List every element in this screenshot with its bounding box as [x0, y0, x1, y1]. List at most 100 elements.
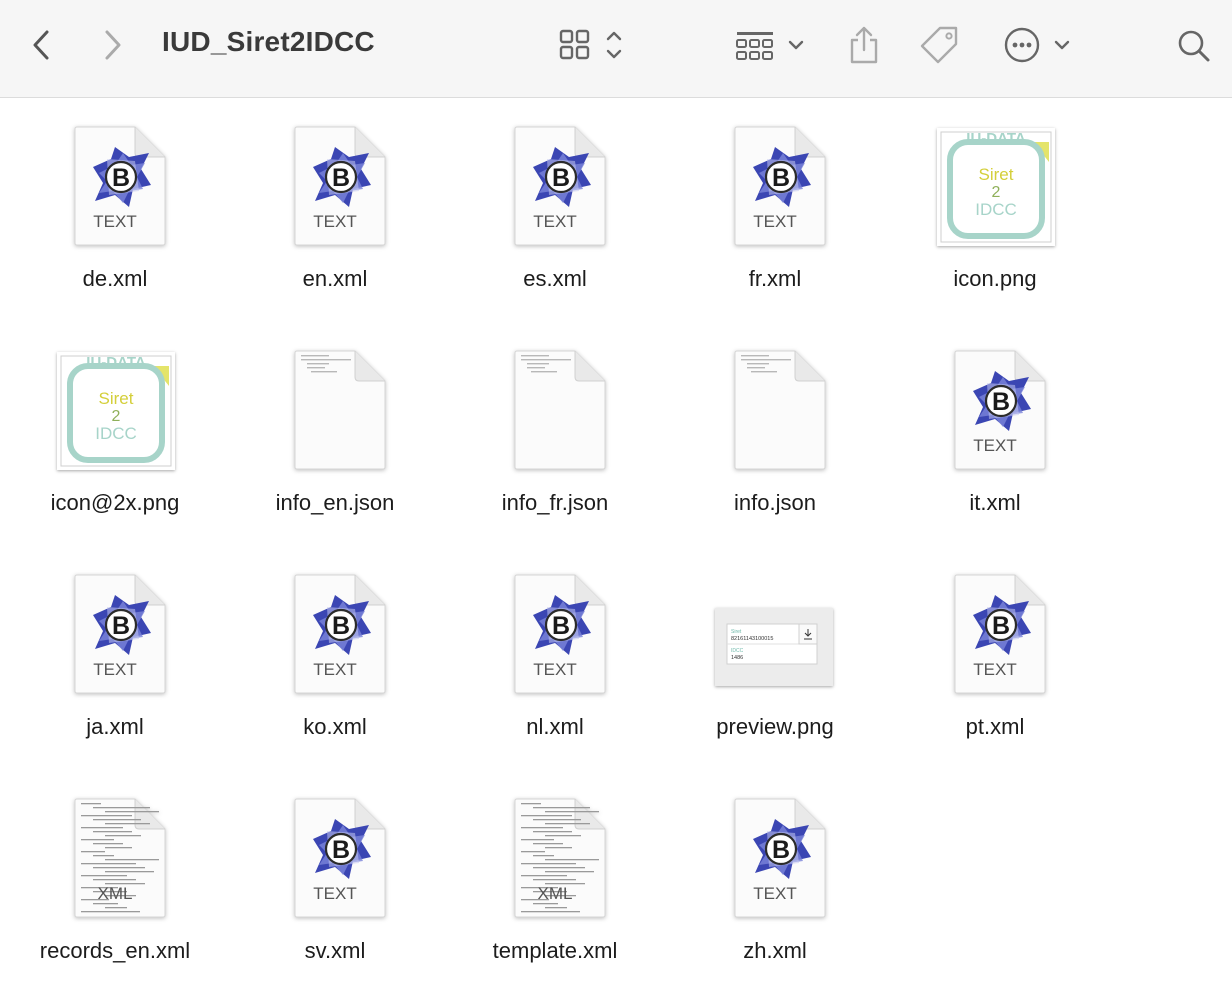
file-item[interactable]: B TEXT pt.xml: [885, 546, 1105, 770]
file-kind-badge: TEXT: [973, 660, 1017, 679]
iu-data-logo-image: IU-DATA Siret 2 IDCC: [940, 130, 1052, 243]
document-icon: [734, 350, 826, 470]
file-name-label: info_en.json: [275, 490, 395, 515]
file-kind-badge: TEXT: [533, 212, 577, 231]
file-kind-badge: TEXT: [313, 660, 357, 679]
file-name-label: es.xml: [523, 266, 587, 291]
file-thumbnail: B TEXT: [275, 790, 395, 920]
iu-data-logo-image: IU-DATA Siret 2 IDCC: [60, 354, 172, 467]
svg-text:B: B: [552, 164, 570, 192]
svg-text:IDCC: IDCC: [975, 200, 1017, 219]
file-item[interactable]: B TEXT nl.xml: [445, 546, 665, 770]
view-mode-button[interactable]: [556, 26, 630, 64]
window-title: IUD_Siret2IDCC: [162, 26, 375, 57]
file-thumbnail: B TEXT: [275, 118, 395, 248]
file-name-label: pt.xml: [965, 714, 1025, 739]
file-kind-badge: XML: [537, 884, 573, 903]
file-item[interactable]: IU-DATA Siret 2 IDCC icon@2x.png: [5, 322, 225, 546]
file-name-label: sv.xml: [304, 938, 366, 963]
svg-text:1486: 1486: [731, 655, 743, 661]
ellipsis-circle-icon: [1004, 27, 1070, 63]
svg-text:Siret: Siret: [731, 629, 742, 635]
file-thumbnail: B TEXT: [275, 566, 395, 696]
file-name-label: en.xml: [302, 266, 368, 291]
back-button[interactable]: [26, 28, 56, 62]
file-item[interactable]: info_fr.json: [445, 322, 665, 546]
file-item[interactable]: B TEXT ja.xml: [5, 546, 225, 770]
svg-text:Siret: Siret: [99, 389, 134, 408]
svg-text:B: B: [552, 612, 570, 640]
file-item[interactable]: XML records_en.xml: [5, 770, 225, 994]
image-thumbnail: IU-DATA Siret 2 IDCC: [937, 128, 1055, 246]
file-thumbnail: IU-DATA Siret 2 IDCC: [55, 342, 175, 472]
file-name-label: preview.png: [716, 714, 834, 739]
file-thumbnail: B TEXT: [495, 566, 615, 696]
more-actions-button[interactable]: [1002, 24, 1076, 66]
file-item[interactable]: Siret 82161143100015 IDCC 1486 preview.p…: [665, 546, 885, 770]
file-item[interactable]: B TEXT de.xml: [5, 98, 225, 322]
document-icon: [294, 350, 386, 470]
file-kind-badge: TEXT: [93, 660, 137, 679]
group-by-button[interactable]: [734, 26, 808, 64]
chevron-right-icon: [105, 30, 121, 60]
file-kind-badge: XML: [97, 884, 133, 903]
file-thumbnail: XML: [55, 790, 175, 920]
file-kind-badge: TEXT: [313, 884, 357, 903]
file-name-label: it.xml: [969, 490, 1021, 515]
svg-text:IDCC: IDCC: [95, 424, 137, 443]
file-name-label: info_fr.json: [501, 490, 609, 515]
file-item[interactable]: B TEXT ko.xml: [225, 546, 445, 770]
image-thumbnail: Siret 82161143100015 IDCC 1486: [715, 608, 833, 686]
file-item[interactable]: XML template.xml: [445, 770, 665, 994]
file-item[interactable]: IU-DATA Siret 2 IDCC icon.png: [885, 98, 1105, 322]
preview-screenshot-image: Siret 82161143100015 IDCC 1486: [726, 623, 818, 665]
file-kind-badge: TEXT: [93, 212, 137, 231]
svg-text:IDCC: IDCC: [731, 648, 744, 654]
file-thumbnail: B TEXT: [715, 790, 835, 920]
file-kind-badge: TEXT: [973, 436, 1017, 455]
group-by-icon: [736, 32, 804, 60]
svg-text:B: B: [772, 164, 790, 192]
file-thumbnail: B TEXT: [55, 118, 175, 248]
file-thumbnail: B TEXT: [715, 118, 835, 248]
file-name-label: nl.xml: [526, 714, 584, 739]
file-item[interactable]: B TEXT it.xml: [885, 322, 1105, 546]
share-button[interactable]: [846, 24, 882, 66]
file-name-label: template.xml: [492, 938, 618, 963]
svg-text:B: B: [992, 612, 1010, 640]
file-item[interactable]: B TEXT es.xml: [445, 98, 665, 322]
file-thumbnail: B TEXT: [935, 566, 1055, 696]
forward-button[interactable]: [98, 28, 128, 62]
file-item[interactable]: B TEXT sv.xml: [225, 770, 445, 994]
file-item[interactable]: info_en.json: [225, 322, 445, 546]
file-item[interactable]: B TEXT en.xml: [225, 98, 445, 322]
svg-text:B: B: [112, 612, 130, 640]
file-item[interactable]: B TEXT fr.xml: [665, 98, 885, 322]
file-item[interactable]: info.json: [665, 322, 885, 546]
file-thumbnail: B TEXT: [935, 342, 1055, 472]
file-thumbnail: B TEXT: [55, 566, 175, 696]
file-kind-badge: TEXT: [753, 884, 797, 903]
file-thumbnail: IU-DATA Siret 2 IDCC: [935, 118, 1055, 248]
file-name-label: ja.xml: [86, 714, 144, 739]
file-name-label: icon.png: [953, 266, 1037, 291]
file-kind-badge: TEXT: [753, 212, 797, 231]
finder-toolbar: IUD_Siret2IDCC: [0, 0, 1232, 98]
file-name-label: ko.xml: [303, 714, 367, 739]
svg-text:IU-DATA: IU-DATA: [966, 130, 1026, 147]
svg-text:B: B: [992, 388, 1010, 416]
svg-text:B: B: [112, 164, 130, 192]
file-thumbnail: [715, 342, 835, 472]
tag-button[interactable]: [918, 24, 962, 68]
image-thumbnail: IU-DATA Siret 2 IDCC: [57, 352, 175, 470]
file-name-label: icon@2x.png: [50, 490, 180, 515]
file-thumbnail: Siret 82161143100015 IDCC 1486: [715, 566, 835, 696]
file-item[interactable]: B TEXT zh.xml: [665, 770, 885, 994]
tag-icon: [920, 26, 958, 64]
document-icon: [514, 350, 606, 470]
icon-grid-view-icon: [559, 29, 622, 60]
search-button[interactable]: [1176, 26, 1212, 66]
svg-text:82161143100015: 82161143100015: [731, 636, 773, 642]
file-name-label: zh.xml: [743, 938, 807, 963]
file-thumbnail: [275, 342, 395, 472]
